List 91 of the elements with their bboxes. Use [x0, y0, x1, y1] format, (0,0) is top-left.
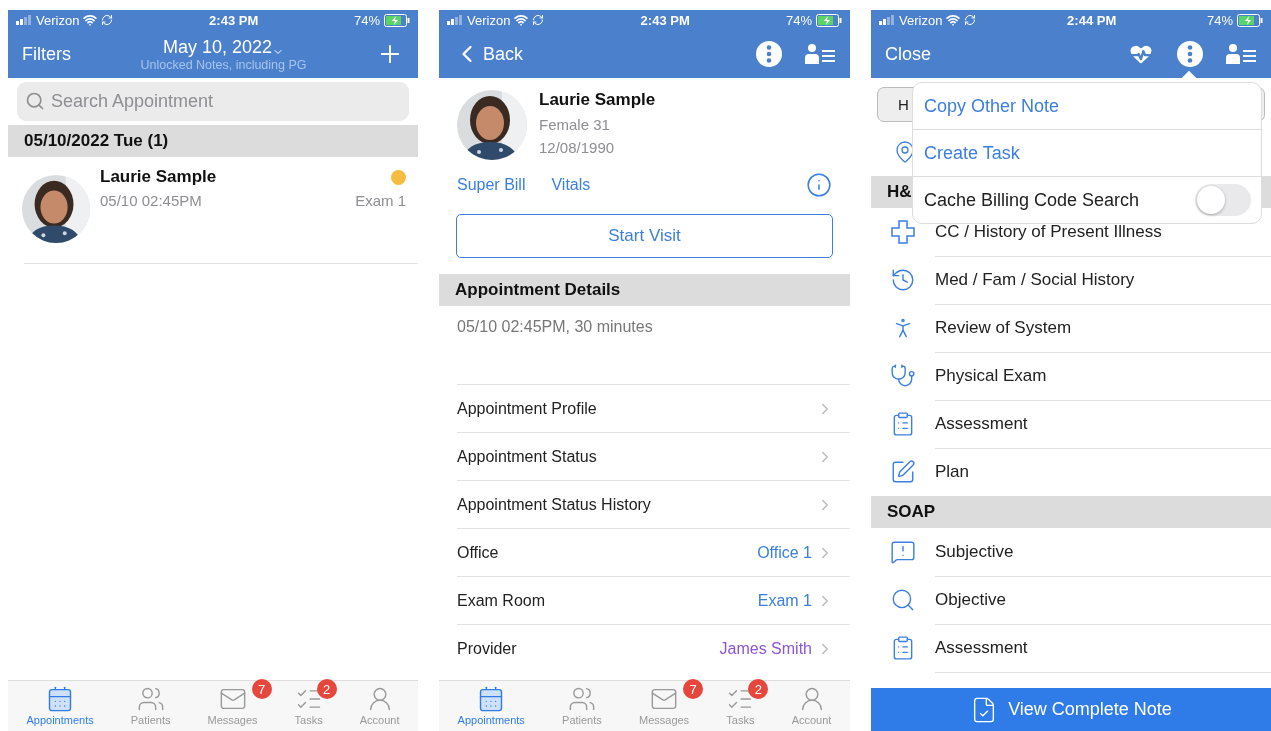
carrier-name: Verizon — [467, 12, 511, 28]
more-icon[interactable] — [756, 41, 782, 67]
note-section-item[interactable]: Subjective — [935, 527, 1271, 577]
carrier-name: Verizon — [36, 12, 80, 28]
alert-message-icon — [890, 539, 916, 565]
row-label: Provider — [457, 639, 517, 658]
clock-time: 2:43 PM — [640, 12, 690, 28]
history-icon — [890, 267, 916, 293]
more-icon[interactable] — [1177, 41, 1203, 67]
tab-item[interactable]: Patients — [130, 685, 171, 726]
link[interactable]: Super Bill — [457, 176, 526, 194]
count-badge: 2 — [316, 679, 337, 699]
sync-icon — [532, 14, 545, 26]
battery-icon — [816, 13, 842, 27]
detail-row[interactable]: Provider James Smith — [457, 624, 850, 672]
signal-icon — [879, 15, 895, 25]
info-icon[interactable] — [806, 172, 832, 198]
note-section-item[interactable]: Objective — [935, 575, 1271, 625]
battery-icon — [1237, 13, 1263, 27]
wifi-icon — [514, 13, 529, 27]
detail-row[interactable]: Appointment Status History — [457, 480, 850, 528]
count-badge: 7 — [251, 679, 272, 699]
detail-row[interactable]: Appointment Profile — [457, 384, 850, 432]
menu-item[interactable]: Copy Other Note — [924, 95, 1060, 117]
sync-icon — [964, 14, 977, 26]
appointment-row[interactable]: Laurie Sample 05/10 02:45PM Exam 1 — [24, 157, 418, 264]
detail-row[interactable]: Exam Room Exam 1 — [457, 576, 850, 624]
person-list-icon[interactable] — [804, 43, 836, 65]
row-value: James Smith — [719, 639, 812, 658]
clock-time: 2:43 PM — [209, 12, 259, 28]
tab-item[interactable]: Appointments — [457, 685, 525, 726]
room-label: Exam 1 — [355, 192, 406, 209]
close-button[interactable]: Close — [885, 43, 932, 65]
menu-item[interactable]: Create Task — [924, 142, 1020, 164]
plus-cross-icon — [890, 219, 916, 245]
tab-item[interactable]: Account — [359, 685, 400, 726]
row-label: Appointment Status — [457, 447, 597, 466]
appointment-details: 05/10 02:45PM, 30 minutes — [456, 317, 654, 337]
row-label: Exam Room — [457, 591, 546, 610]
row-value: Office 1 — [757, 543, 812, 562]
row-label: Office — [457, 543, 499, 562]
tab-item[interactable]: Appointments — [26, 685, 94, 726]
battery-icon — [384, 13, 410, 27]
count-badge: 2 — [748, 679, 769, 699]
stethoscope-icon — [890, 363, 916, 389]
start-visit-button[interactable]: Start Visit — [456, 214, 833, 258]
back-button[interactable]: Back — [453, 40, 524, 68]
search-icon — [25, 91, 45, 111]
carrier-name: Verizon — [899, 12, 943, 28]
wifi-icon — [83, 13, 98, 27]
toggle-switch[interactable] — [1195, 184, 1251, 216]
row-value: Exam 1 — [757, 591, 812, 610]
pen-icon — [890, 459, 916, 485]
appointment-time: 05/10 02:45PM — [100, 192, 202, 209]
filters-button[interactable]: Filters — [22, 43, 71, 65]
link[interactable]: Vitals — [551, 176, 591, 194]
gender-age: Female 31 — [539, 116, 611, 133]
section-header: SOAP — [871, 496, 1271, 528]
battery-percent: 74% — [1206, 12, 1233, 28]
search-icon — [890, 587, 916, 613]
patient-name: Laurie Sample — [539, 90, 656, 110]
section-header: 05/10/2022 Tue (1) — [8, 125, 418, 157]
note-section-item[interactable]: Med / Fam / Social History — [935, 255, 1271, 305]
row-label: Appointment Status History — [457, 495, 651, 514]
detail-row[interactable]: Appointment Status — [457, 432, 850, 480]
date-title[interactable]: May 10, 2022 — [162, 36, 273, 58]
birth-date: 12/08/1990 — [539, 139, 616, 156]
signal-icon — [447, 15, 463, 25]
wifi-icon — [946, 13, 961, 27]
row-label: Appointment Profile — [457, 399, 597, 418]
people-icon — [567, 685, 596, 713]
tab-item[interactable]: Account — [791, 685, 832, 726]
signal-icon — [16, 15, 32, 25]
people-icon — [136, 685, 165, 713]
battery-percent: 74% — [353, 12, 380, 28]
note-section-item[interactable]: Review of System — [935, 303, 1271, 353]
note-section-item[interactable]: Assessment — [935, 623, 1271, 673]
note-section-item[interactable]: Physical Exam — [935, 351, 1271, 401]
clock-time: 2:44 PM — [1067, 12, 1117, 28]
sync-icon — [101, 14, 114, 26]
count-badge: 7 — [683, 679, 704, 699]
detail-row[interactable]: Office Office 1 — [457, 528, 850, 576]
subtitle: Unlocked Notes, including PG — [140, 57, 307, 72]
person-list-icon[interactable] — [1225, 43, 1257, 65]
note-section-item[interactable]: Assessment — [935, 399, 1271, 449]
search-field[interactable]: Search Appointment — [17, 82, 409, 121]
view-note-button[interactable]: View Complete Note — [871, 688, 1271, 731]
tab-item[interactable]: Patients — [562, 685, 602, 726]
battery-percent: 74% — [785, 12, 812, 28]
patient-name: Laurie Sample — [100, 167, 217, 187]
section-header: Appointment Details — [439, 274, 850, 306]
